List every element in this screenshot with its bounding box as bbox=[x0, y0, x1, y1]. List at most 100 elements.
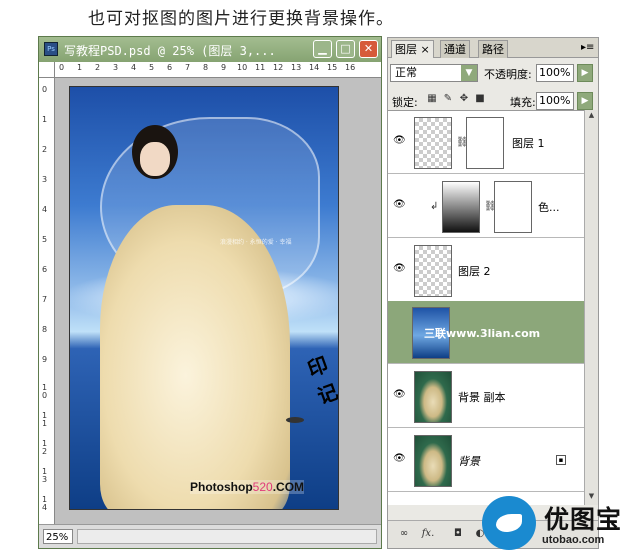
ruler-tick-label: 11 bbox=[42, 411, 48, 428]
opacity-label: 不透明度: bbox=[484, 68, 532, 81]
lock-brush-icon[interactable]: ✎ bbox=[442, 93, 454, 105]
eye-icon[interactable]: 👁 bbox=[393, 390, 406, 400]
eye-icon[interactable]: 👁 bbox=[393, 200, 406, 210]
tab-layers-label: 图层 bbox=[395, 43, 417, 56]
brand-url: utobao.com bbox=[542, 534, 605, 546]
layer-row[interactable]: 👁 ↲ ⛓ 色... bbox=[388, 175, 584, 238]
blend-mode-select[interactable]: 正常 ▼ bbox=[390, 64, 478, 82]
eye-icon[interactable]: 👁 bbox=[393, 264, 406, 274]
watermark-suffix: .COM bbox=[272, 480, 305, 494]
fx-icon[interactable]: fx. bbox=[420, 527, 436, 541]
ruler-tick-label: 2 bbox=[95, 63, 101, 72]
maximize-button[interactable]: □ bbox=[336, 40, 355, 58]
ruler-tick-label: 15 bbox=[327, 63, 338, 72]
scroll-up-icon[interactable]: ▲ bbox=[586, 111, 597, 122]
ruler-tick-label: 12 bbox=[42, 439, 48, 456]
zoom-field[interactable]: 25% bbox=[43, 529, 73, 544]
mask-icon[interactable]: ◘ bbox=[450, 527, 466, 541]
vertical-scrollbar[interactable]: ▲ ▼ bbox=[584, 110, 598, 505]
layer-name: 图层 2 bbox=[458, 265, 491, 278]
layers-panel: 图层 × 通道 路径 ▸≡ 正常 ▼ 不透明度: 100% ▶ 锁定: ▦ ✎ ✥… bbox=[387, 37, 599, 549]
ruler-tick-label: 13 bbox=[42, 467, 48, 484]
ruler-tick-label: 14 bbox=[42, 495, 48, 512]
adjustment-thumbnail bbox=[442, 181, 480, 233]
ruler-horizontal[interactable]: 0 1 2 3 4 5 6 7 8 9 10 11 12 13 14 15 16 bbox=[55, 62, 381, 78]
ruler-tick-label: 3 bbox=[42, 175, 48, 184]
horizontal-scrollbar[interactable] bbox=[77, 529, 377, 544]
ruler-tick-label: 10 bbox=[42, 383, 48, 400]
tab-channels[interactable]: 通道 bbox=[440, 40, 470, 58]
panel-menu-icon[interactable]: ▸≡ bbox=[581, 42, 594, 53]
face-shape bbox=[140, 142, 170, 176]
brand-logo: 优图宝 utobao.com bbox=[482, 496, 640, 552]
close-button[interactable]: ✕ bbox=[359, 40, 378, 58]
document-titlebar[interactable]: Ps 写教程PSD.psd @ 25% (图层 3,... ▁ □ ✕ bbox=[39, 37, 381, 62]
minimize-button[interactable]: ▁ bbox=[313, 40, 332, 58]
lock-all-icon[interactable]: ■ bbox=[474, 93, 486, 105]
photo-signature: 印记 bbox=[304, 352, 339, 409]
ruler-tick-label: 5 bbox=[149, 63, 155, 72]
panel-tabs: 图层 × 通道 路径 ▸≡ bbox=[388, 38, 598, 58]
photoshop-file-icon: Ps bbox=[44, 42, 58, 56]
tab-paths[interactable]: 路径 bbox=[478, 40, 508, 58]
layers-list: 👁 ⛓ 图层 1 👁 ↲ ⛓ 色... 👁 图层 2 三联www.3lian.c… bbox=[388, 110, 584, 505]
lock-transparency-icon[interactable]: ▦ bbox=[426, 93, 438, 105]
ruler-tick-label: 6 bbox=[42, 265, 48, 274]
ruler-vertical[interactable]: 0 1 2 3 4 5 6 7 8 9 10 11 12 13 14 bbox=[39, 78, 55, 524]
photo-tagline: 浪漫相约 · 永恒的爱 · 幸福 bbox=[220, 239, 292, 246]
ruler-tick-label: 4 bbox=[131, 63, 137, 72]
ruler-tick-label: 11 bbox=[255, 63, 266, 72]
ruler-tick-label: 1 bbox=[42, 115, 48, 124]
layer-row[interactable]: 👁 背景 ▪ bbox=[388, 429, 584, 492]
layer-mask-thumbnail[interactable] bbox=[494, 181, 532, 233]
layer-row[interactable]: 👁 ⛓ 图层 1 bbox=[388, 111, 584, 174]
ruler-tick-label: 9 bbox=[221, 63, 227, 72]
eye-icon[interactable]: 👁 bbox=[393, 454, 406, 464]
bride-photo[interactable]: 浪漫相约 · 永恒的爱 · 幸福 印记 bbox=[69, 86, 339, 510]
ruler-corner[interactable] bbox=[39, 62, 55, 78]
layer-name: 背景 bbox=[458, 455, 480, 468]
layer-row[interactable]: 👁 背景 副本 bbox=[388, 365, 584, 428]
layer-row[interactable]: 👁 图层 2 bbox=[388, 239, 584, 302]
bird-logo-icon bbox=[482, 496, 536, 550]
opacity-field[interactable]: 100% bbox=[536, 64, 574, 82]
caption-text: 也可对抠图的图片进行更换背景操作。 bbox=[88, 9, 394, 29]
eye-icon[interactable]: 👁 bbox=[393, 136, 406, 146]
ruler-tick-label: 2 bbox=[42, 145, 48, 154]
ruler-tick-label: 8 bbox=[42, 325, 48, 334]
sea-rock-shape bbox=[286, 417, 304, 423]
document-window[interactable]: Ps 写教程PSD.psd @ 25% (图层 3,... ▁ □ ✕ 0 1 … bbox=[38, 36, 382, 549]
ruler-tick-label: 3 bbox=[113, 63, 119, 72]
fill-label: 填充: bbox=[510, 96, 536, 109]
link-layers-icon[interactable]: ∞ bbox=[396, 527, 412, 541]
fill-field[interactable]: 100% bbox=[536, 92, 574, 110]
lock-move-icon[interactable]: ✥ bbox=[458, 93, 470, 105]
tab-layers[interactable]: 图层 × bbox=[391, 40, 434, 58]
ruler-tick-label: 7 bbox=[185, 63, 191, 72]
ruler-tick-label: 14 bbox=[309, 63, 320, 72]
layer-name: 色... bbox=[538, 201, 560, 214]
watermark: Photoshop520.COM bbox=[190, 480, 305, 494]
chevron-down-icon[interactable]: ▼ bbox=[461, 65, 477, 81]
ruler-tick-label: 7 bbox=[42, 295, 48, 304]
brand-name: 优图宝 bbox=[544, 505, 623, 534]
ruler-tick-label: 13 bbox=[291, 63, 302, 72]
ruler-tick-label: 0 bbox=[42, 85, 48, 94]
dress-shape bbox=[100, 205, 290, 509]
watermark-prefix: Photoshop bbox=[190, 480, 253, 494]
layer-name: 图层 1 bbox=[512, 137, 545, 150]
clip-arrow-icon: ↲ bbox=[430, 201, 439, 212]
watermark-number: 520 bbox=[252, 480, 273, 494]
layer-mask-thumbnail[interactable] bbox=[466, 117, 504, 169]
ruler-tick-label: 0 bbox=[59, 63, 65, 72]
layer-thumbnail bbox=[414, 245, 452, 297]
opacity-slider-button[interactable]: ▶ bbox=[577, 64, 593, 82]
ruler-tick-label: 8 bbox=[203, 63, 209, 72]
layer-row-selected[interactable]: 三联www.3lian.com bbox=[388, 301, 584, 364]
canvas-area[interactable]: 浪漫相约 · 永恒的爱 · 幸福 印记 Photoshop520.COM bbox=[55, 78, 381, 524]
layer-name: 背景 副本 bbox=[458, 391, 506, 404]
layer-thumbnail bbox=[414, 371, 452, 423]
layer-thumbnail bbox=[414, 435, 452, 487]
lock-icon: ▪ bbox=[556, 455, 566, 465]
fill-slider-button[interactable]: ▶ bbox=[577, 92, 593, 110]
